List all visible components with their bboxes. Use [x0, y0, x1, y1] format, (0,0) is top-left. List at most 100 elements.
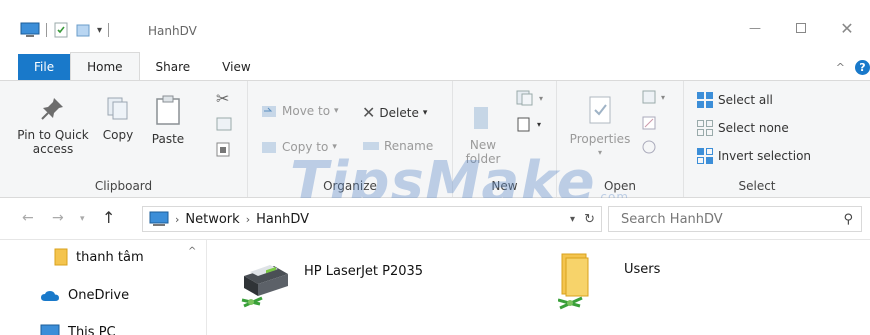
- separator: [108, 23, 110, 37]
- properties-icon[interactable]: [53, 22, 69, 38]
- quick-access-toolbar: ▾: [20, 22, 110, 38]
- breadcrumb-network[interactable]: Network: [185, 212, 239, 227]
- select-none-icon: [697, 120, 713, 136]
- copy-to-button[interactable]: Copy to ▾: [260, 139, 337, 155]
- forward-arrow-icon: →: [52, 210, 64, 226]
- ribbon-controls: ^ ?: [836, 60, 870, 75]
- rename-label: Rename: [384, 139, 434, 153]
- computer-icon: [40, 324, 60, 335]
- up-arrow-icon: ↑: [102, 208, 116, 227]
- list-item-users[interactable]: Users: [558, 252, 660, 310]
- new-folder-label-line2: folder: [465, 152, 501, 166]
- properties-label: Properties: [569, 132, 631, 146]
- up-button[interactable]: ↑: [102, 208, 115, 227]
- collapse-ribbon-icon[interactable]: ^: [836, 61, 845, 74]
- copy-button[interactable]: Copy: [96, 95, 140, 142]
- tab-share[interactable]: Share: [140, 54, 207, 80]
- computer-icon: [20, 22, 40, 37]
- organize-group: Move to ▾ ✕ Delete ▾ Copy to ▾ Rename Or…: [248, 81, 453, 197]
- paste-shortcut-icon: [216, 142, 230, 157]
- maximize-icon: [796, 23, 806, 33]
- move-to-button[interactable]: Move to ▾: [260, 103, 339, 119]
- select-none-label: Select none: [718, 121, 789, 135]
- history-button[interactable]: [641, 139, 657, 155]
- list-item-label: Users: [624, 262, 661, 277]
- easy-access-button[interactable]: ▾: [515, 115, 541, 133]
- cloud-icon: [41, 290, 59, 301]
- copy-to-icon: [262, 142, 276, 153]
- minimize-button[interactable]: —: [732, 14, 778, 42]
- paste-button[interactable]: Paste: [146, 95, 190, 146]
- help-icon[interactable]: ?: [855, 60, 870, 75]
- cut-icon: ✂: [216, 89, 230, 108]
- pin-label-line2: access: [32, 142, 74, 156]
- new-group-label: New: [491, 179, 518, 193]
- paste-shortcut-button[interactable]: [216, 141, 230, 157]
- nav-item-this-pc[interactable]: This PC: [40, 324, 116, 335]
- address-history-button[interactable]: ▾: [570, 214, 575, 225]
- forward-button[interactable]: →: [52, 210, 64, 226]
- ribbon: Pin to Quick access Copy Paste ✂ Clipboa…: [0, 80, 870, 198]
- customize-toolbar-icon[interactable]: ▾: [97, 25, 102, 36]
- edit-button[interactable]: [641, 115, 657, 131]
- list-item-label: HP LaserJet P2035: [304, 264, 424, 279]
- new-folder-icon[interactable]: [75, 22, 91, 38]
- back-button[interactable]: ←: [22, 210, 34, 226]
- new-folder-label-line1: New: [469, 138, 497, 152]
- list-item-printer[interactable]: HP LaserJet P2035: [236, 254, 423, 308]
- nav-item-label: OneDrive: [68, 288, 130, 303]
- cut-button[interactable]: ✂: [216, 89, 229, 108]
- copy-label: Copy: [102, 128, 134, 142]
- copy-icon: [107, 97, 128, 120]
- address-bar[interactable]: › Network › HanhDV ▾ ↻: [142, 206, 602, 232]
- minimize-icon: —: [749, 21, 761, 35]
- tab-view[interactable]: View: [206, 54, 266, 80]
- separator: [46, 23, 47, 37]
- close-button[interactable]: ✕: [824, 14, 870, 42]
- tab-file[interactable]: File: [18, 54, 71, 80]
- open-group: Properties ▾ ▾ Open: [557, 81, 684, 197]
- chevron-down-icon: ▾: [332, 142, 337, 152]
- nav-item-onedrive[interactable]: OneDrive: [40, 288, 129, 303]
- rename-button[interactable]: Rename: [362, 139, 433, 153]
- new-item-button[interactable]: ▾: [515, 89, 543, 107]
- navigation-pane: ^ thanh tâm OneDrive This PC: [0, 240, 207, 335]
- refresh-button[interactable]: ↻: [584, 212, 595, 227]
- new-folder-icon: [474, 107, 488, 129]
- network-printer-icon: [241, 265, 288, 308]
- invert-selection-button[interactable]: Invert selection: [696, 147, 811, 165]
- tab-home[interactable]: Home: [70, 52, 140, 80]
- properties-button[interactable]: Properties ▾: [565, 95, 635, 160]
- copy-path-icon: [216, 117, 232, 131]
- chevron-down-icon: ▾: [80, 214, 85, 224]
- select-none-button[interactable]: Select none: [696, 119, 789, 137]
- chevron-down-icon: ▾: [334, 106, 339, 116]
- back-arrow-icon: ←: [22, 210, 34, 226]
- copy-to-label: Copy to: [282, 140, 329, 154]
- open-button[interactable]: ▾: [641, 89, 665, 105]
- delete-button[interactable]: ✕ Delete ▾: [362, 103, 427, 122]
- recent-locations-button[interactable]: ▾: [80, 214, 85, 224]
- history-icon: [642, 140, 656, 154]
- pin-icon: [41, 98, 63, 120]
- search-placeholder: Search HanhDV: [621, 211, 723, 227]
- select-all-button[interactable]: Select all: [696, 91, 773, 109]
- chevron-down-icon: ▾: [661, 92, 666, 102]
- invert-selection-icon: [697, 148, 713, 164]
- search-box[interactable]: Search HanhDV ⚲: [608, 206, 862, 232]
- network-icon: [149, 211, 169, 226]
- chevron-down-icon: ▾: [597, 148, 602, 157]
- scroll-up-icon[interactable]: ^: [188, 246, 196, 257]
- new-folder-button[interactable]: New folder: [459, 105, 507, 166]
- breadcrumb-hanhdv[interactable]: HanhDV: [256, 212, 309, 227]
- maximize-button[interactable]: [778, 14, 824, 42]
- select-group-label: Select: [738, 179, 776, 193]
- select-group: Select all Select none Invert selection …: [684, 81, 830, 197]
- nav-item-thanh-tam[interactable]: thanh tâm: [54, 248, 144, 266]
- copy-path-button[interactable]: [216, 117, 232, 131]
- search-icon[interactable]: ⚲: [843, 212, 853, 227]
- pin-to-quick-access-button[interactable]: Pin to Quick access: [14, 95, 92, 156]
- select-all-icon: [697, 92, 713, 108]
- close-icon: ✕: [840, 18, 854, 38]
- easy-access-icon: [517, 117, 530, 132]
